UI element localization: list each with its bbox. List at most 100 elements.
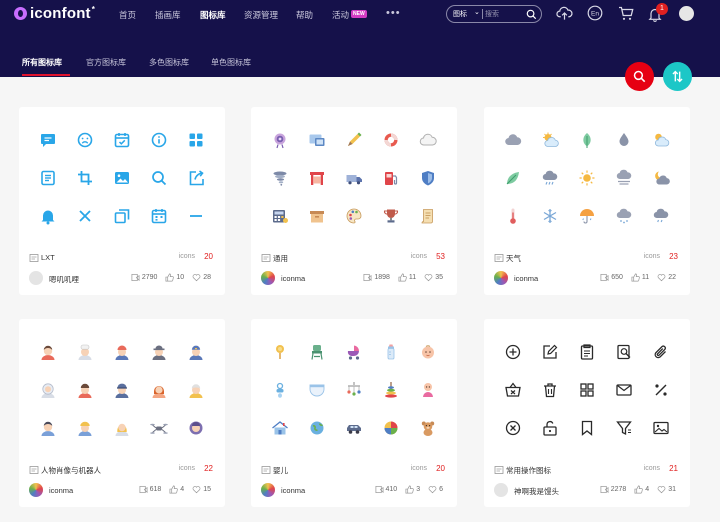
nav-home[interactable]: 首页: [119, 9, 136, 21]
baby-face-icon: [417, 341, 439, 363]
icons-count-label: icons: [410, 253, 427, 260]
likes-count: 3: [416, 486, 421, 493]
icons-count-label: icons: [178, 465, 195, 472]
crop-icon: [74, 167, 96, 189]
icon-library-card[interactable]: 通用 icons 53 iconma 1898 11 35: [251, 107, 457, 295]
author-avatar[interactable]: [494, 271, 508, 285]
floating-sort-button[interactable]: [663, 62, 692, 91]
icon-library-card[interactable]: 天气 icons 23 iconma 650 11 22: [484, 107, 690, 295]
copy-icon: [111, 205, 133, 227]
views-count: 650: [611, 274, 623, 281]
calculator-icon: [269, 205, 291, 227]
nav-icon-library[interactable]: 图标库: [200, 9, 226, 21]
icon-library-card[interactable]: 婴儿 icons 20 iconma 410 3 6: [251, 319, 457, 507]
floating-search-button[interactable]: [625, 62, 654, 91]
author-avatar[interactable]: [494, 483, 508, 497]
author-name[interactable]: 嗯叽叽哩: [49, 274, 79, 285]
more-menu-icon[interactable]: •••: [386, 7, 401, 19]
tab-multicolor-libraries[interactable]: 多色图标库: [149, 57, 189, 68]
search-icon[interactable]: [526, 9, 537, 20]
card-meta: iconma 618 4 15: [29, 483, 215, 498]
thumbs-up-icon[interactable]: [634, 485, 644, 494]
search-input[interactable]: [485, 8, 527, 20]
fog-icon: [613, 167, 635, 189]
heart-icon[interactable]: [657, 485, 666, 494]
author-avatar[interactable]: [29, 483, 43, 497]
heart-icon[interactable]: [428, 485, 437, 494]
icon-library-card[interactable]: 常用操作图标 icons 21 神啊我是馒头 2278 4 31: [484, 319, 690, 507]
user-avatar[interactable]: [679, 6, 694, 21]
moon-cloud-icon: [650, 167, 672, 189]
views-icon: [375, 485, 383, 494]
icon-preview-grid: [269, 129, 439, 239]
card-title[interactable]: 常用操作图标: [506, 465, 551, 476]
views-icon: [363, 273, 372, 282]
thumbs-up-icon[interactable]: [631, 273, 640, 282]
author-name[interactable]: iconma: [281, 486, 305, 495]
sleet-icon: [613, 205, 635, 227]
man-avatar-icon: [37, 417, 59, 439]
top-navigation-bar: iconfont * 首页 插画库 图标库 资源管理 帮助 活动 NEW •••…: [0, 0, 720, 77]
card-title[interactable]: 婴儿: [273, 465, 288, 476]
author-name[interactable]: 神啊我是馒头: [514, 486, 559, 497]
heart-icon[interactable]: [192, 273, 201, 282]
nav-illustrations[interactable]: 插画库: [155, 9, 181, 21]
share-icon: [185, 167, 207, 189]
icon-preview-grid: [269, 341, 439, 451]
tab-all-libraries[interactable]: 所有图标库: [22, 57, 62, 68]
thumbs-up-icon[interactable]: [165, 273, 175, 282]
likes-count: 11: [408, 274, 417, 281]
beach-ball-icon: [380, 417, 402, 439]
tab-official-libraries[interactable]: 官方图标库: [86, 57, 126, 68]
iconfont-logo[interactable]: iconfont *: [14, 5, 95, 22]
author-avatar[interactable]: [261, 483, 275, 497]
heart-icon[interactable]: [424, 273, 433, 282]
police-avatar-icon: [111, 379, 133, 401]
card-title-row: 婴儿 icons 20: [261, 464, 447, 476]
search-category-select[interactable]: 图标: [453, 9, 467, 19]
icon-library-card[interactable]: LXT icons 20 嗯叽叽哩 2790 10 28: [19, 107, 225, 295]
card-title[interactable]: LXT: [41, 253, 55, 262]
trophy-icon: [380, 205, 402, 227]
palette-icon: [343, 205, 365, 227]
author-avatar[interactable]: [29, 271, 43, 285]
likes-count: 10: [176, 274, 185, 281]
card-title-row: 通用 icons 53: [261, 252, 447, 264]
active-tab-underline: [22, 74, 70, 76]
author-avatar[interactable]: [261, 271, 275, 285]
raindrop-icon: [613, 129, 635, 151]
icons-count: 20: [436, 464, 445, 473]
nav-help[interactable]: 帮助: [296, 9, 313, 21]
upload-icon[interactable]: [556, 5, 573, 21]
minus-icon: [185, 205, 207, 227]
icons-count: 22: [204, 464, 213, 473]
thumbs-up-icon[interactable]: [169, 485, 179, 494]
nav-activity[interactable]: 活动: [332, 9, 349, 21]
icons-count: 23: [669, 252, 678, 261]
target-icon: [269, 129, 291, 151]
drone-icon: [148, 417, 170, 439]
cart-icon[interactable]: [618, 6, 634, 21]
author-name[interactable]: iconma: [514, 274, 538, 283]
thumbs-up-icon[interactable]: [405, 485, 414, 494]
author-name[interactable]: iconma: [281, 274, 305, 283]
tab-monochrome-libraries[interactable]: 单色图标库: [211, 57, 251, 68]
card-title[interactable]: 天气: [506, 253, 521, 264]
author-name[interactable]: iconma: [49, 486, 73, 495]
cloud-icon: [502, 129, 524, 151]
language-icon[interactable]: En: [587, 5, 603, 21]
globe-icon: [306, 417, 328, 439]
search-icon: [148, 167, 170, 189]
pilot-avatar-icon: [185, 341, 207, 363]
chef-avatar-icon: [74, 341, 96, 363]
nav-resource-management[interactable]: 资源管理: [244, 9, 278, 21]
card-title[interactable]: 通用: [273, 253, 288, 264]
chevron-down-icon[interactable]: ⌄: [474, 8, 480, 16]
heart-icon[interactable]: [657, 273, 666, 282]
card-title[interactable]: 人物肖像与机器人: [41, 465, 101, 476]
heart-icon[interactable]: [192, 485, 201, 494]
worker-avatar-icon: [111, 341, 133, 363]
thumbs-up-icon[interactable]: [398, 273, 407, 282]
fuel-pump-icon: [380, 167, 402, 189]
icon-library-card[interactable]: 人物肖像与机器人 icons 22 iconma 618 4 15: [19, 319, 225, 507]
